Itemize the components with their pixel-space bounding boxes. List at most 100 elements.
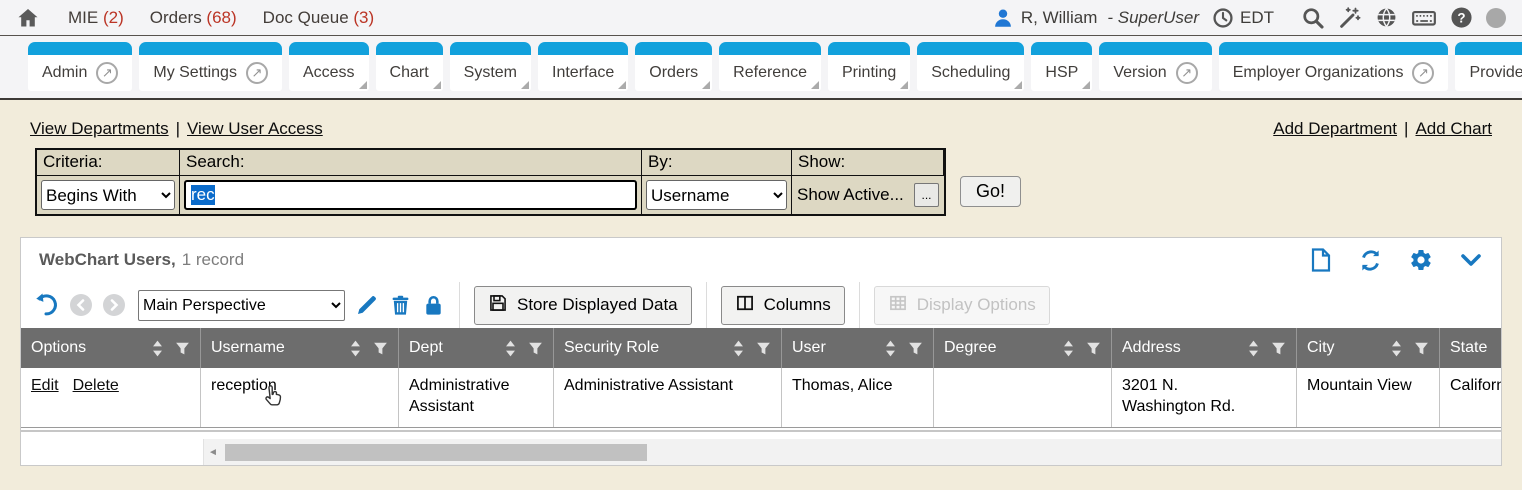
show-active-value[interactable]: Show Active... bbox=[797, 185, 904, 205]
sort-icon[interactable] bbox=[151, 339, 164, 358]
user-name[interactable]: R, William bbox=[1021, 8, 1098, 28]
store-displayed-data-button[interactable]: Store Displayed Data bbox=[474, 286, 692, 325]
gear-icon[interactable] bbox=[1409, 248, 1433, 272]
tab-access[interactable]: Access bbox=[289, 42, 369, 91]
scroll-left-arrow-icon[interactable]: ◄ bbox=[204, 447, 222, 458]
help-icon[interactable]: ? bbox=[1450, 6, 1473, 29]
keyboard-icon[interactable] bbox=[1411, 5, 1437, 31]
history-forward-button[interactable] bbox=[103, 294, 125, 316]
delete-link[interactable]: Delete bbox=[73, 377, 119, 394]
column-header-city[interactable]: City bbox=[1297, 328, 1440, 368]
open-new-window-icon[interactable]: ↗ bbox=[1412, 62, 1434, 84]
view-user-access-link[interactable]: View User Access bbox=[187, 119, 323, 138]
tab-body: Version↗ bbox=[1099, 55, 1211, 91]
scrollbar-thumb[interactable] bbox=[225, 444, 647, 461]
filter-funnel-icon[interactable] bbox=[756, 341, 771, 356]
column-header-options[interactable]: Options bbox=[21, 328, 201, 368]
open-new-window-icon[interactable]: ↗ bbox=[1176, 62, 1198, 84]
sort-icon[interactable] bbox=[504, 339, 517, 358]
delete-trash-icon[interactable] bbox=[389, 294, 412, 317]
tab-label: HSP bbox=[1045, 64, 1078, 82]
sort-icon[interactable] bbox=[349, 339, 362, 358]
column-header-label: Degree bbox=[944, 339, 996, 357]
tab-orders[interactable]: Orders bbox=[635, 42, 712, 91]
tab-version[interactable]: Version↗ bbox=[1099, 42, 1211, 91]
columns-icon bbox=[735, 293, 755, 318]
cell-degree bbox=[934, 368, 1112, 427]
panel-header: WebChart Users, 1 record bbox=[21, 238, 1501, 282]
search-icon[interactable] bbox=[1301, 6, 1325, 30]
by-select[interactable]: Username bbox=[646, 180, 787, 210]
columns-button-label: Columns bbox=[764, 295, 831, 315]
filter-funnel-icon[interactable] bbox=[908, 341, 923, 356]
column-header-degree[interactable]: Degree bbox=[934, 328, 1112, 368]
add-department-link[interactable]: Add Department bbox=[1273, 119, 1397, 138]
tab-body: Access bbox=[289, 55, 369, 91]
tab-accent-bar bbox=[538, 42, 628, 55]
topbar-nav: MIE (2) Orders (68) Doc Queue (3) bbox=[68, 8, 374, 28]
column-header-security-role[interactable]: Security Role bbox=[554, 328, 782, 368]
tab-chart[interactable]: Chart bbox=[376, 42, 443, 91]
add-chart-link[interactable]: Add Chart bbox=[1415, 119, 1492, 138]
column-header-dept[interactable]: Dept bbox=[399, 328, 554, 368]
filter-funnel-icon[interactable] bbox=[1414, 341, 1429, 356]
sort-icon[interactable] bbox=[1390, 339, 1403, 358]
topbar-link-orders[interactable]: Orders (68) bbox=[150, 8, 237, 28]
open-new-window-icon[interactable]: ↗ bbox=[246, 62, 268, 84]
clock-icon[interactable] bbox=[1212, 7, 1234, 29]
column-header-state[interactable]: State bbox=[1440, 328, 1502, 368]
refresh-icon[interactable] bbox=[1358, 248, 1383, 273]
filter-funnel-icon[interactable] bbox=[1271, 341, 1286, 356]
tab-scheduling[interactable]: Scheduling bbox=[917, 42, 1024, 91]
filter-funnel-icon[interactable] bbox=[175, 341, 190, 356]
tab-body: Provider bbox=[1455, 55, 1522, 91]
tab-interface[interactable]: Interface bbox=[538, 42, 628, 91]
tab-hsp[interactable]: HSP bbox=[1031, 42, 1092, 91]
filter-funnel-icon[interactable] bbox=[528, 341, 543, 356]
column-header-icons bbox=[341, 339, 388, 358]
lock-icon[interactable] bbox=[422, 294, 445, 317]
tab-system[interactable]: System bbox=[450, 42, 531, 91]
topbar-link-doc-queue[interactable]: Doc Queue (3) bbox=[263, 8, 375, 28]
history-back-button[interactable] bbox=[70, 294, 92, 316]
new-document-icon[interactable] bbox=[1310, 248, 1332, 272]
view-departments-link[interactable]: View Departments bbox=[30, 119, 169, 138]
edit-link[interactable]: Edit bbox=[31, 377, 59, 394]
topbar-link-label: Orders bbox=[150, 8, 202, 27]
search-input[interactable]: rec bbox=[184, 180, 637, 210]
filter-funnel-icon[interactable] bbox=[1086, 341, 1101, 356]
tab-printing[interactable]: Printing bbox=[828, 42, 910, 91]
perspective-select[interactable]: Main Perspective bbox=[138, 290, 345, 321]
tab-provider[interactable]: Provider bbox=[1455, 42, 1522, 91]
edit-pencil-icon[interactable] bbox=[355, 293, 379, 317]
home-icon[interactable] bbox=[16, 6, 40, 30]
filter-funnel-icon[interactable] bbox=[373, 341, 388, 356]
open-new-window-icon[interactable]: ↗ bbox=[96, 62, 118, 84]
columns-button[interactable]: Columns bbox=[721, 286, 845, 325]
wand-icon[interactable] bbox=[1338, 6, 1362, 30]
tab-my-settings[interactable]: My Settings↗ bbox=[139, 42, 282, 91]
display-options-grid-icon bbox=[888, 293, 908, 318]
quick-links-left: View Departments|View User Access bbox=[30, 119, 323, 139]
tab-reference[interactable]: Reference bbox=[719, 42, 821, 91]
column-header-user[interactable]: User bbox=[782, 328, 934, 368]
topbar-link-mie[interactable]: MIE (2) bbox=[68, 8, 124, 28]
tab-employer-organizations[interactable]: Employer Organizations↗ bbox=[1219, 42, 1449, 91]
column-header-username[interactable]: Username bbox=[201, 328, 399, 368]
column-header-address[interactable]: Address bbox=[1112, 328, 1297, 368]
store-button-label: Store Displayed Data bbox=[517, 295, 678, 315]
criteria-select[interactable]: Begins With bbox=[41, 180, 175, 210]
sort-icon[interactable] bbox=[732, 339, 745, 358]
go-button[interactable]: Go! bbox=[960, 176, 1021, 207]
globe-icon[interactable] bbox=[1375, 6, 1398, 29]
tab-admin[interactable]: Admin↗ bbox=[28, 42, 132, 91]
horizontal-scrollbar[interactable]: ◄ bbox=[204, 439, 1501, 465]
show-more-button[interactable]: ... bbox=[914, 183, 939, 207]
menu-corner-icon bbox=[433, 81, 441, 89]
sort-icon[interactable] bbox=[1062, 339, 1075, 358]
sort-icon[interactable] bbox=[1247, 339, 1260, 358]
collapse-chevron-icon[interactable] bbox=[1459, 248, 1483, 272]
undo-icon[interactable] bbox=[33, 292, 59, 318]
sort-icon[interactable] bbox=[884, 339, 897, 358]
cell-dept: Administrative Assistant bbox=[399, 368, 554, 427]
